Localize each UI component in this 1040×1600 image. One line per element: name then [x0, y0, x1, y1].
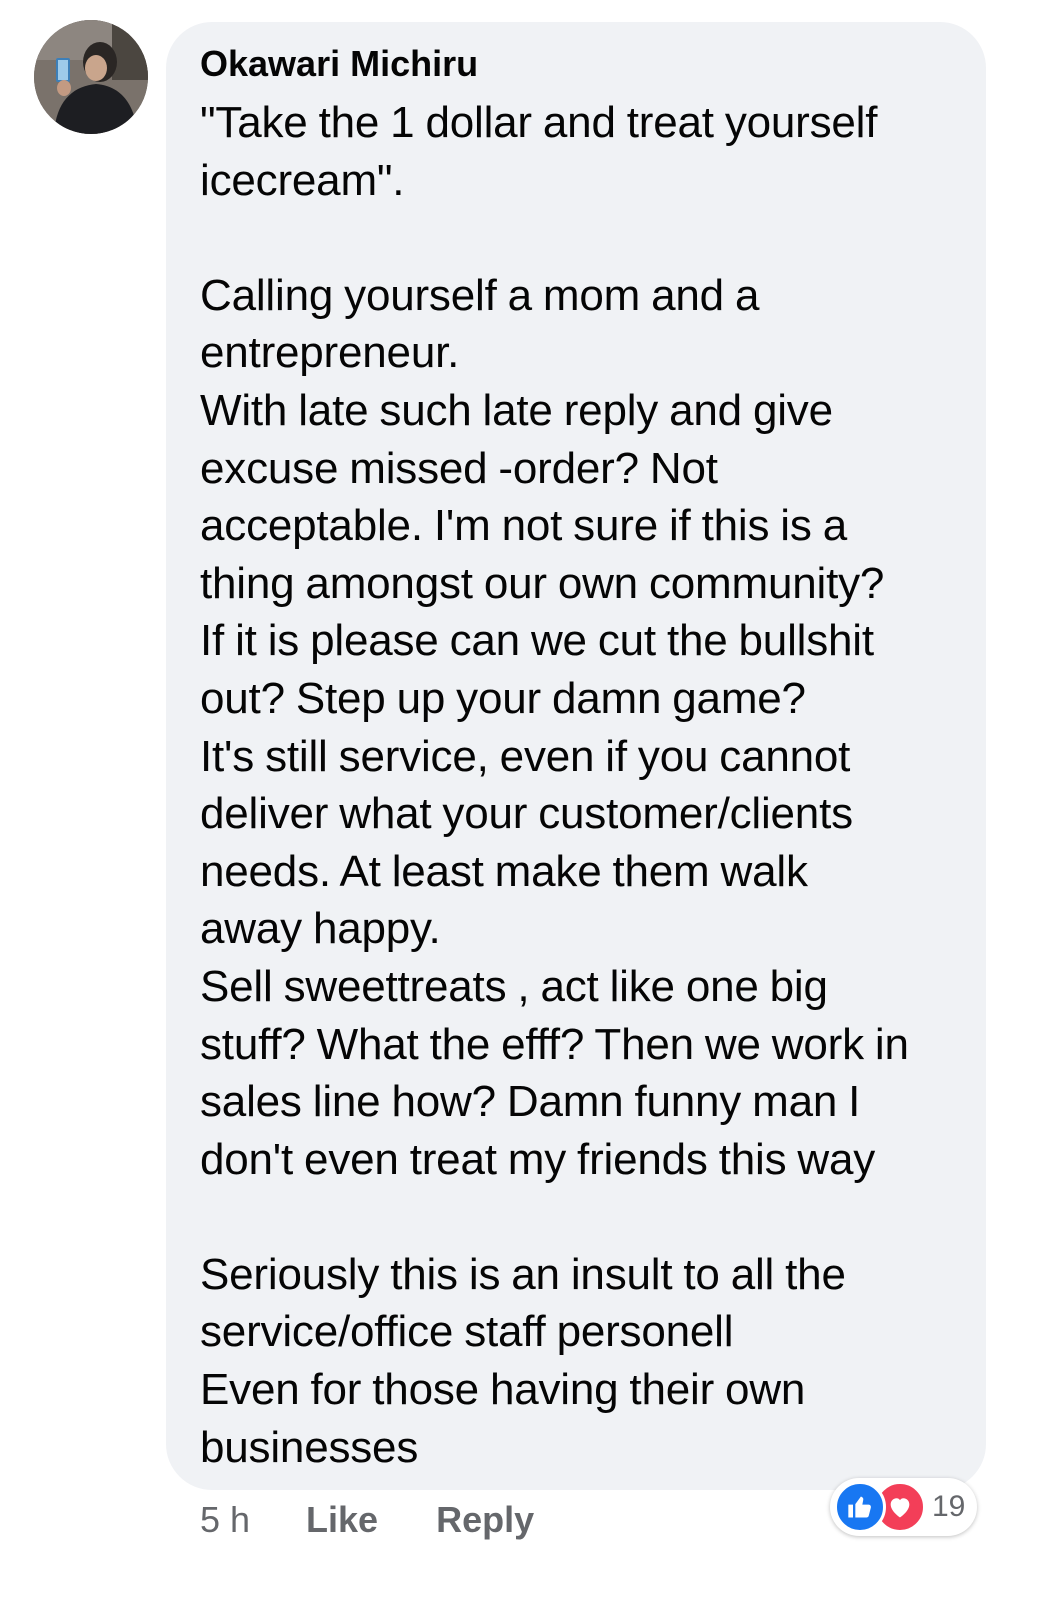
- avatar-photo: [34, 20, 148, 134]
- comment-author[interactable]: Okawari Michiru: [200, 42, 956, 86]
- comment-text: "Take the 1 dollar and treat yourself ic…: [200, 98, 909, 1472]
- like-button[interactable]: Like: [306, 1499, 378, 1541]
- like-icon: [834, 1481, 886, 1533]
- avatar[interactable]: [34, 20, 148, 134]
- reply-button[interactable]: Reply: [436, 1499, 534, 1541]
- reaction-count: 19: [932, 1490, 966, 1523]
- comment-actions: 5 h Like Reply: [200, 1494, 534, 1546]
- comment-timestamp[interactable]: 5 h: [200, 1499, 250, 1541]
- reaction-summary[interactable]: 19: [830, 1478, 978, 1536]
- comment-bubble: Okawari Michiru "Take the 1 dollar and t…: [166, 22, 986, 1490]
